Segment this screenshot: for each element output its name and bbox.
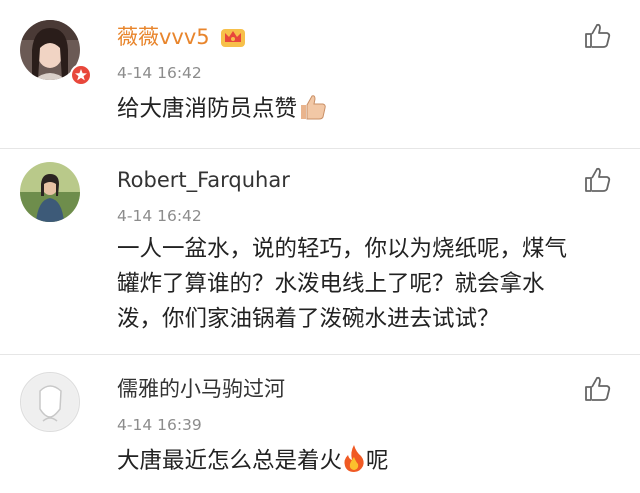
thumbs-up-outline-icon bbox=[585, 167, 611, 192]
username-text[interactable]: 儒雅的小马驹过河 bbox=[117, 377, 285, 401]
username[interactable]: 儒雅的小马驹过河 bbox=[117, 376, 285, 402]
timestamp: 4-14 16:42 bbox=[117, 207, 202, 225]
like-button[interactable] bbox=[583, 166, 611, 194]
like-button[interactable] bbox=[583, 22, 611, 50]
comment-text-content: 大唐最近怎么总是着火 bbox=[117, 448, 343, 474]
thumbs-up-outline-icon bbox=[585, 23, 611, 48]
username-text[interactable]: Robert_Farquhar bbox=[117, 168, 290, 192]
fire-emoji bbox=[344, 445, 364, 472]
like-button[interactable] bbox=[583, 375, 611, 403]
username[interactable]: 薇薇vvv5 bbox=[117, 24, 246, 50]
timestamp: 4-14 16:42 bbox=[117, 64, 202, 82]
timestamp: 4-14 16:39 bbox=[117, 416, 202, 434]
comment-item: 薇薇vvv5 4-14 16:42 给大唐消防员点赞 bbox=[0, 0, 640, 148]
avatar[interactable] bbox=[20, 162, 80, 222]
vip-crown-icon bbox=[221, 29, 246, 47]
thumbs-up-emoji bbox=[301, 95, 326, 120]
comment-item: Robert_Farquhar 4-14 16:42 一人一盆水，说的轻巧，你以… bbox=[0, 149, 640, 354]
username[interactable]: Robert_Farquhar bbox=[117, 167, 290, 193]
verified-badge-icon bbox=[70, 64, 92, 86]
comment-text: 给大唐消防员点赞 bbox=[117, 92, 617, 127]
username-text[interactable]: 薇薇vvv5 bbox=[117, 25, 210, 49]
comment-text-tail: 呢 bbox=[366, 448, 389, 474]
comment-item: 儒雅的小马驹过河 4-14 16:39 大唐最近怎么总是着火 呢 bbox=[0, 355, 640, 493]
comment-text-content: 给大唐消防员点赞 bbox=[117, 96, 298, 122]
thumbs-up-outline-icon bbox=[585, 376, 611, 401]
avatar[interactable] bbox=[20, 372, 80, 432]
comment-text: 一人一盆水，说的轻巧，你以为烧纸呢，煤气罐炸了算谁的？水泼电线上了呢？就会拿水泼… bbox=[117, 236, 568, 332]
comment-text: 大唐最近怎么总是着火 呢 bbox=[117, 443, 617, 479]
